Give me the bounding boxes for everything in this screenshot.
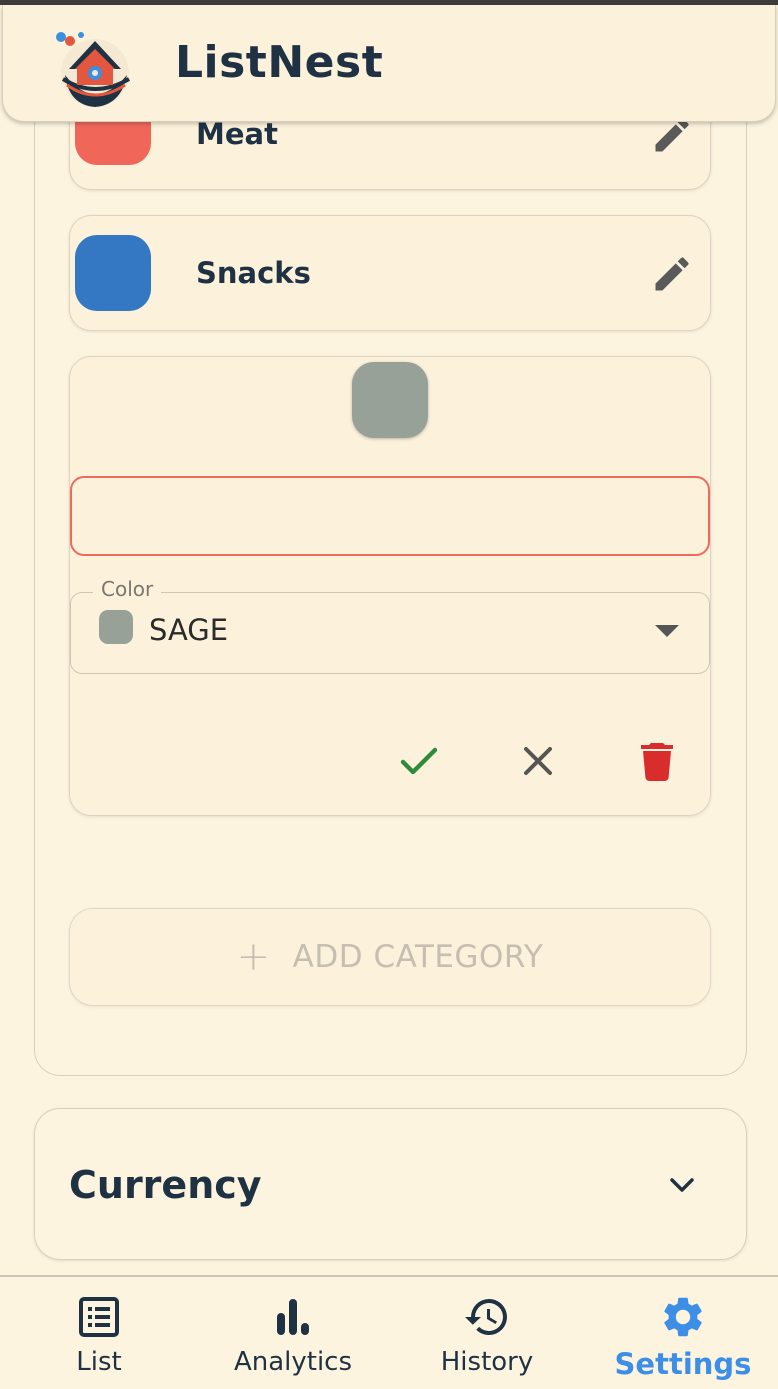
category-name-input[interactable] [70, 476, 710, 556]
nav-item-analytics[interactable]: Analytics [214, 1277, 372, 1389]
selected-color-dot [99, 610, 133, 644]
app-header: ListNest [2, 5, 776, 122]
color-select[interactable]: Color SAGE [70, 577, 710, 674]
nav-item-list[interactable]: List [20, 1277, 178, 1389]
currency-section[interactable]: Currency [34, 1108, 747, 1260]
nav-label: Settings [614, 1347, 752, 1381]
nav-item-settings[interactable]: Settings [598, 1277, 768, 1389]
currency-title: Currency [69, 1163, 262, 1207]
check-icon[interactable] [395, 737, 443, 785]
nav-label: List [76, 1347, 122, 1377]
edit-color-swatch[interactable] [352, 362, 428, 438]
selected-color-value: SAGE [149, 613, 229, 647]
nest-house-logo-icon [56, 32, 131, 107]
category-name: Snacks [196, 256, 311, 290]
nav-item-history[interactable]: History [408, 1277, 566, 1389]
bottom-navigation: List Analytics History Settings [0, 1275, 778, 1389]
app-title: ListNest [175, 37, 384, 88]
add-category-label: ADD CATEGORY [292, 939, 544, 975]
gear-icon [664, 1297, 702, 1337]
list-icon [79, 1297, 119, 1337]
category-color-swatch [75, 235, 151, 311]
nav-label: History [440, 1347, 534, 1377]
close-icon[interactable] [514, 737, 562, 785]
category-name: Meat [196, 117, 278, 151]
history-icon [465, 1299, 507, 1335]
bar-chart-icon [277, 1299, 309, 1335]
trash-icon[interactable] [633, 737, 681, 785]
color-select-label: Color [93, 577, 162, 601]
nav-label: Analytics [233, 1347, 353, 1377]
chevron-down-icon[interactable] [668, 1175, 696, 1195]
add-category-button[interactable]: + ADD CATEGORY [69, 908, 711, 1006]
category-edit-card: Color SAGE [69, 356, 711, 816]
category-card-snacks[interactable]: Snacks [69, 215, 711, 331]
edit-pencil-icon[interactable] [650, 252, 694, 296]
dropdown-arrow-icon [655, 625, 679, 637]
plus-icon: + [236, 934, 271, 980]
